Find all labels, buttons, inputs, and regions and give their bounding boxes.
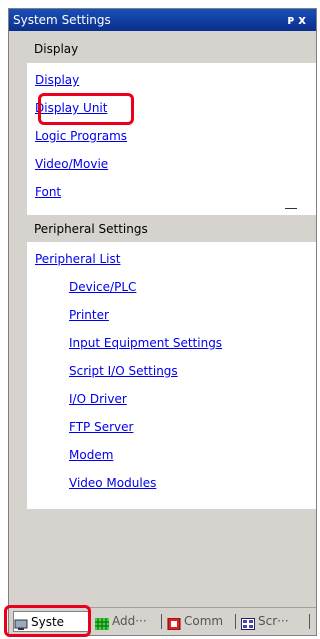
link-io-driver[interactable]: I/O Driver (69, 392, 127, 406)
display-list: Display Display Unit Logic Programs Vide… (27, 63, 316, 215)
peripheral-list: Peripheral List Device/PLC Printer Input… (27, 242, 316, 509)
tab-screen-list[interactable]: Scr··· (241, 611, 303, 632)
tab-address-label: Add··· (112, 614, 147, 628)
resize-handle[interactable] (285, 208, 297, 209)
pin-icon[interactable]: ᴩ (288, 13, 299, 27)
tab-divider (309, 614, 310, 629)
screen-list-icon (241, 616, 255, 630)
tab-common[interactable]: Comm (167, 611, 231, 632)
system-settings-panel: System Settings ᴩx Display Display Displ… (8, 8, 317, 636)
tab-divider (235, 614, 236, 629)
link-printer[interactable]: Printer (69, 308, 109, 322)
link-logic-programs[interactable]: Logic Programs (35, 129, 127, 143)
link-script-io[interactable]: Script I/O Settings (69, 364, 178, 378)
window-title: System Settings (13, 13, 111, 27)
link-ftp-server[interactable]: FTP Server (69, 420, 133, 434)
tab-divider (161, 614, 162, 629)
link-display[interactable]: Display (35, 73, 79, 87)
highlight-display-unit (38, 93, 134, 125)
section-label-display: Display (34, 42, 79, 56)
tab-screen-list-label: Scr··· (258, 614, 289, 628)
title-bar: System Settings ᴩx (9, 9, 316, 31)
link-video-movie[interactable]: Video/Movie (35, 157, 108, 171)
link-peripheral-list[interactable]: Peripheral List (35, 252, 120, 266)
link-input-equipment[interactable]: Input Equipment Settings (69, 336, 222, 350)
section-label-peripheral: Peripheral Settings (34, 222, 148, 236)
link-modem[interactable]: Modem (69, 448, 113, 462)
tab-address[interactable]: Add··· (95, 611, 157, 632)
link-font[interactable]: Font (35, 185, 61, 199)
address-icon (95, 616, 109, 630)
tab-common-label: Comm (184, 614, 224, 628)
link-video-modules[interactable]: Video Modules (69, 476, 156, 490)
highlight-system-tab (4, 605, 91, 637)
link-device-plc[interactable]: Device/PLC (69, 280, 136, 294)
close-icon[interactable]: x (298, 13, 310, 27)
common-icon (167, 616, 181, 630)
